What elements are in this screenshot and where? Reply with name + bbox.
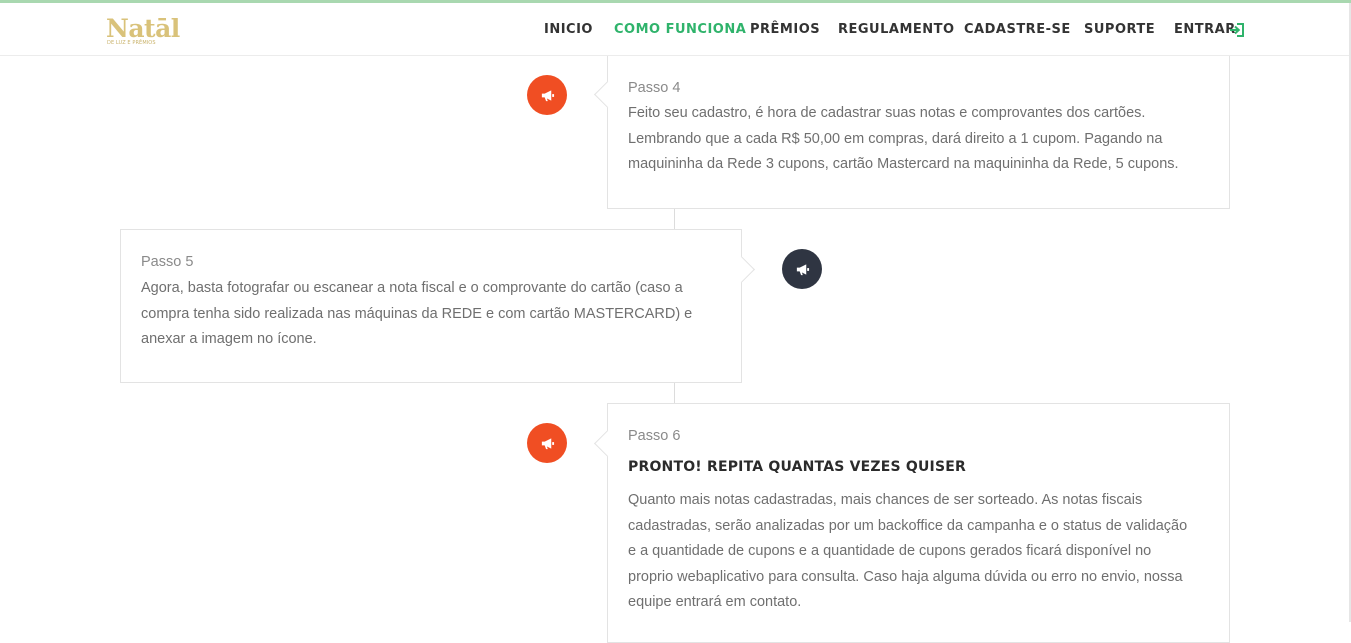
- step-6-badge: [527, 423, 567, 463]
- nav-item-entrar[interactable]: ENTRAR: [1174, 20, 1236, 40]
- nav-item-premios[interactable]: PRÊMIOS: [750, 20, 820, 40]
- step-6-text: Quanto mais notas cadastradas, mais chan…: [628, 488, 1228, 616]
- step-4-label: Passo 4: [628, 80, 681, 96]
- card-pointer: [594, 430, 621, 457]
- top-navbar: Natāl DE LUZ E PRÊMIOS INICIO COMO FUNCI…: [0, 3, 1351, 56]
- step-5-card: Passo 5 Agora, basta fotografar ou escan…: [120, 229, 755, 383]
- logo-subtitle: DE LUZ E PRÊMIOS: [107, 40, 156, 46]
- text-line: Quanto mais notas cadastradas, mais chan…: [628, 492, 1143, 508]
- step-4-badge: [527, 75, 567, 115]
- step-6-card: Passo 6 PRONTO! REPITA QUANTAS VEZES QUI…: [594, 403, 1230, 643]
- text-line: e a quantidade de cupons e a quantidade …: [628, 543, 1152, 559]
- nav-item-como-funciona[interactable]: COMO FUNCIONA: [614, 20, 746, 40]
- text-line: cadastradas, serão analizadas por um bac…: [628, 517, 1188, 534]
- card-pointer: [594, 81, 621, 108]
- megaphone-icon: [796, 263, 809, 275]
- text-line: compra tenha sido realizada nas máquinas…: [141, 305, 693, 322]
- step-5-label: Passo 5: [141, 254, 194, 270]
- step-4-text: Feito seu cadastro, é hora de cadastrar …: [628, 101, 1228, 178]
- text-line: proprio webaplicativo para consulta. Cas…: [628, 568, 1183, 585]
- card-pointer: [728, 256, 755, 283]
- megaphone-icon: [541, 437, 554, 449]
- step-6-heading: PRONTO! REPITA QUANTAS VEZES QUISER: [628, 459, 966, 475]
- text-line: Agora, basta fotografar ou escanear a no…: [141, 280, 683, 296]
- text-line: maquininha da Rede 3 cupons, cartão Mast…: [628, 156, 1179, 172]
- logo-title: Natāl: [106, 14, 180, 43]
- nav-item-cadastre-se[interactable]: CADASTRE-SE: [964, 20, 1071, 40]
- text-line: equipe entrará em contato.: [628, 594, 802, 610]
- nav-item-suporte[interactable]: SUPORTE: [1084, 20, 1155, 40]
- step-5-text: Agora, basta fotografar ou escanear a no…: [141, 276, 731, 353]
- step-4-card: Passo 4 Feito seu cadastro, é hora de ca…: [594, 55, 1230, 209]
- megaphone-icon: [541, 89, 554, 101]
- text-line: Lembrando que a cada R$ 50,00 em compras…: [628, 130, 1163, 147]
- sign-in-icon[interactable]: [1229, 22, 1245, 38]
- step-5-badge: [782, 249, 822, 289]
- step-6-label: Passo 6: [628, 428, 681, 444]
- text-line: Feito seu cadastro, é hora de cadastrar …: [628, 105, 1146, 121]
- nav-item-inicio[interactable]: INICIO: [544, 20, 593, 40]
- text-line: anexar a imagem no ícone.: [141, 331, 317, 347]
- nav-item-regulamento[interactable]: REGULAMENTO: [838, 20, 955, 40]
- brand-logo[interactable]: Natāl DE LUZ E PRÊMIOS: [106, 15, 180, 51]
